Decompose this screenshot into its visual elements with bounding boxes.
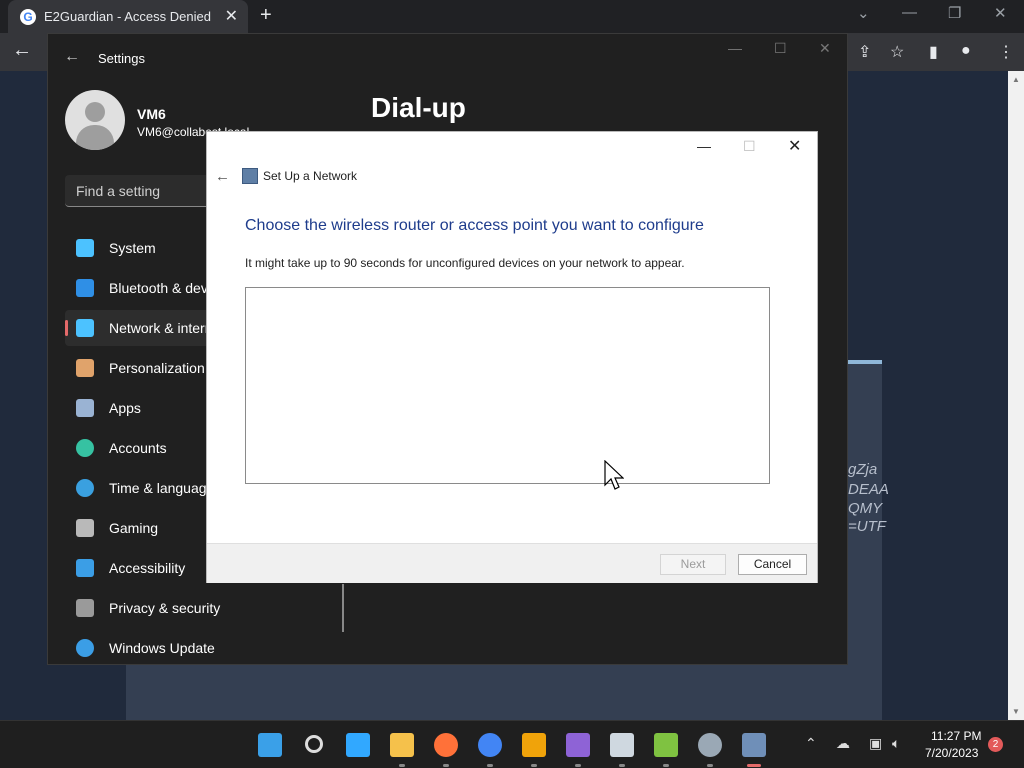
keyboard-icon[interactable] (610, 733, 634, 757)
running-indicator (575, 764, 581, 767)
bluetooth-icon (76, 279, 94, 297)
page-title: Dial-up (371, 92, 466, 123)
dialog-description: It might take up to 90 seconds for uncon… (245, 256, 685, 270)
browser-back-icon[interactable]: ← (12, 39, 32, 62)
visual-studio-icon[interactable] (566, 733, 590, 757)
dialog-minimize-icon[interactable]: — (697, 138, 711, 154)
browser-close-icon[interactable]: ✕ (994, 4, 1007, 22)
side-panel-icon[interactable]: ▮ (929, 42, 938, 62)
browser-restore-icon[interactable]: ❐ (948, 4, 961, 22)
search-placeholder: Find a setting (76, 183, 161, 199)
user-name: VM6 (137, 106, 166, 122)
page-code-text: QMY (848, 500, 883, 517)
sidebar-item-label: System (109, 240, 156, 256)
sidebar-item-label: Personalization (109, 360, 205, 376)
wifi-icon (76, 319, 94, 337)
browser-minimize-icon[interactable]: — (902, 4, 917, 21)
settings-gear-icon[interactable] (698, 733, 722, 757)
bookmark-star-icon[interactable]: ☆ (890, 42, 904, 62)
running-indicator (399, 764, 405, 767)
running-indicator (663, 764, 669, 767)
scroll-down-icon[interactable]: ▼ (1012, 707, 1020, 716)
clock-time[interactable]: 11:27 PM (931, 729, 981, 743)
profile-icon[interactable]: ● (961, 42, 971, 60)
running-indicator (747, 764, 761, 767)
dialog-maximize-icon: ☐ (743, 138, 756, 154)
dialog-heading: Choose the wireless router or access poi… (245, 217, 704, 234)
apps-icon (76, 399, 94, 417)
settings-app-title: Settings (98, 51, 145, 66)
sidebar-item-label: Accounts (109, 440, 167, 456)
sidebar-item-windows-update[interactable]: Windows Update (65, 630, 345, 666)
router-list[interactable] (245, 287, 770, 484)
sidebar-item-privacy-security[interactable]: Privacy & security (65, 590, 345, 626)
settings-close-icon[interactable]: ✕ (819, 40, 831, 57)
brush-icon (76, 359, 94, 377)
page-code-text: DEAA (848, 481, 889, 498)
dialog-title: Set Up a Network (263, 169, 358, 183)
volume-icon[interactable]: 🔈︎ (892, 735, 900, 752)
google-favicon-icon: G (20, 9, 36, 25)
tab-search-chevron-icon[interactable]: ⌄ (857, 4, 870, 22)
network-setup-icon[interactable] (742, 733, 766, 757)
monitor-icon (76, 239, 94, 257)
next-button[interactable]: Next (660, 554, 726, 575)
settings-back-icon[interactable]: ← (64, 48, 80, 66)
notification-badge[interactable]: 2 (988, 737, 1003, 752)
sidebar-item-label: Apps (109, 400, 141, 416)
page-code-text: gZja (848, 461, 878, 478)
browser-titlebar: G E2Guardian - Access Denied ✕ + ⌄ — ❐ ✕ (0, 0, 1024, 33)
settings-minimize-icon[interactable]: — (728, 40, 742, 56)
running-indicator (531, 764, 537, 767)
photoshop-icon[interactable] (346, 733, 370, 757)
firefox-icon[interactable] (434, 733, 458, 757)
chrome-icon[interactable] (478, 733, 502, 757)
sidebar-item-label: Windows Update (109, 640, 215, 656)
new-tab-button[interactable]: + (260, 4, 272, 27)
clock-date[interactable]: 7/20/2023 (925, 746, 978, 760)
notepadpp-icon[interactable] (654, 733, 678, 757)
network-setup-icon (242, 168, 258, 184)
dialog-back-icon[interactable]: ← (215, 168, 230, 185)
running-indicator (443, 764, 449, 767)
cancel-button[interactable]: Cancel (738, 554, 807, 575)
running-indicator (619, 764, 625, 767)
running-indicator (707, 764, 713, 767)
scroll-up-icon[interactable]: ▲ (1012, 75, 1020, 84)
tab-title: E2Guardian - Access Denied (44, 9, 211, 24)
onedrive-icon[interactable]: ☁ (836, 735, 850, 752)
store-icon[interactable] (522, 733, 546, 757)
setup-network-dialog: — ☐ ✕ ← Set Up a Network Choose the wire… (206, 131, 818, 583)
content-divider (342, 584, 344, 632)
sidebar-item-label: Time & language (109, 480, 215, 496)
running-indicator (487, 764, 493, 767)
browser-tab[interactable]: G E2Guardian - Access Denied ✕ (8, 0, 248, 33)
start-icon[interactable] (258, 733, 282, 757)
sidebar-item-label: Privacy & security (109, 600, 221, 616)
page-code-text: =UTF (848, 518, 886, 535)
page-scrollbar[interactable]: ▲ ▼ (1008, 71, 1024, 720)
gamepad-icon (76, 519, 94, 537)
globe-clock-icon (76, 479, 94, 497)
settings-maximize-icon[interactable]: ☐ (774, 40, 787, 57)
dialog-close-icon[interactable]: ✕ (788, 136, 801, 156)
mouse-cursor-icon (604, 460, 624, 490)
share-icon[interactable]: ⇪ (858, 42, 871, 62)
file-explorer-icon[interactable] (390, 733, 414, 757)
active-indicator (65, 320, 68, 336)
avatar[interactable] (65, 90, 125, 150)
accessibility-icon (76, 559, 94, 577)
shield-icon (76, 599, 94, 617)
tray-overflow-chevron-icon[interactable]: ⌃ (805, 735, 817, 752)
browser-menu-icon[interactable]: ⋮ (998, 42, 1014, 62)
update-icon (76, 639, 94, 657)
network-tray-icon[interactable]: ▣ (869, 735, 882, 752)
sidebar-item-label: Accessibility (109, 560, 186, 576)
taskbar: ⌃ ☁ ▣ 🔈︎ (0, 720, 1024, 768)
search-icon[interactable] (305, 735, 323, 753)
dialog-footer: Next Cancel (207, 543, 817, 583)
tab-close-icon[interactable]: ✕ (225, 6, 238, 26)
person-icon (76, 439, 94, 457)
sidebar-item-label: Gaming (109, 520, 159, 536)
